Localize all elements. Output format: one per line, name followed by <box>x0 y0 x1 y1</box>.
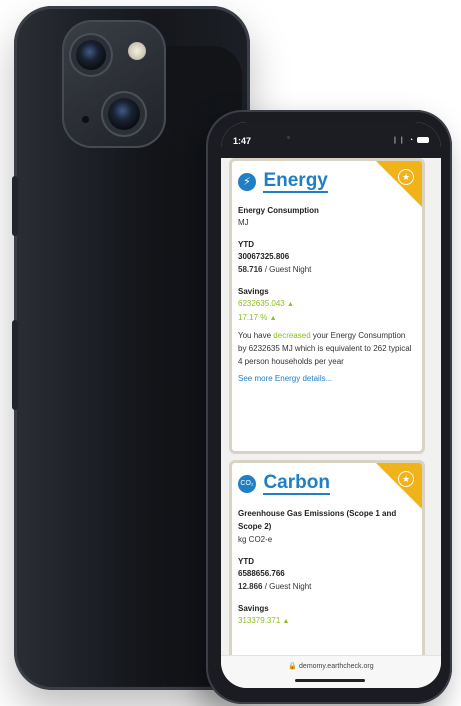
energy-unit: MJ <box>238 218 249 227</box>
carbon-card: ★ CO₂ Carbon Greenhouse Gas Emissions (S… <box>229 460 425 666</box>
energy-savings-percent: 17.17 % <box>238 313 268 322</box>
carbon-metric-label: Greenhouse Gas Emissions (Scope 1 and Sc… <box>238 509 397 531</box>
energy-metric-label: Energy Consumption <box>238 206 319 215</box>
co2-icon: CO₂ <box>238 475 256 493</box>
increase-arrow-icon: ▲ <box>286 301 294 308</box>
energy-ytd-total: 30067325.806 <box>238 252 290 261</box>
carbon-unit: kg CO2-e <box>238 535 273 544</box>
signal-wifi-icon: ❘❘ ◔ <box>392 137 415 144</box>
carbon-card-body: Greenhouse Gas Emissions (Scope 1 and Sc… <box>238 507 412 628</box>
carbon-savings-value-row: 313379.371 ▲ <box>238 614 412 628</box>
carbon-per-guest: 12.866 / Guest Night <box>238 580 412 593</box>
energy-per-guest-value: 58.716 <box>238 265 263 274</box>
energy-desc-highlight: decreased <box>273 331 311 340</box>
front-camera-dot <box>287 136 290 139</box>
battery-icon <box>417 137 429 144</box>
camera-lens-top <box>76 40 106 70</box>
energy-savings-label: Savings <box>238 287 269 296</box>
carbon-title[interactable]: Carbon <box>263 473 330 495</box>
carbon-savings-value: 313379.371 <box>238 616 281 625</box>
energy-ytd-label: YTD <box>238 240 254 249</box>
favorite-ribbon <box>376 161 422 207</box>
star-icon[interactable]: ★ <box>398 169 414 185</box>
energy-per-guest: 58.716 / Guest Night <box>238 263 412 276</box>
energy-savings-value-row: 6232635.043 ▲ <box>238 297 412 311</box>
carbon-card-header: CO₂ Carbon <box>238 473 330 495</box>
camera-bump <box>62 20 166 148</box>
phone-screen: 1:47 ❘❘ ◔ ★ ⚡ Energy Energy Consumption … <box>221 122 441 688</box>
energy-desc-prefix: You have <box>238 331 274 340</box>
side-button-lower <box>12 320 18 410</box>
camera-lens-bottom <box>108 98 140 130</box>
increase-arrow-icon: ▲ <box>282 618 290 625</box>
star-icon[interactable]: ★ <box>398 471 414 487</box>
carbon-savings-label: Savings <box>238 604 269 613</box>
energy-details-link[interactable]: See more Energy details... <box>238 374 412 383</box>
energy-card-body: Energy Consumption MJ YTD 30067325.806 5… <box>238 205 412 383</box>
carbon-per-guest-suffix: / Guest Night <box>262 582 312 591</box>
energy-description: You have decreased your Energy Consumpti… <box>238 329 412 368</box>
carbon-per-guest-value: 12.866 <box>238 582 263 591</box>
energy-savings-percent-row: 17.17 % ▲ <box>238 311 412 325</box>
carbon-ytd-total: 6588656.766 <box>238 569 285 578</box>
energy-card: ★ ⚡ Energy Energy Consumption MJ YTD 300… <box>229 158 425 454</box>
status-bar: 1:47 ❘❘ ◔ <box>221 122 441 158</box>
energy-per-guest-suffix: / Guest Night <box>262 265 312 274</box>
energy-savings-value: 6232635.043 <box>238 299 285 308</box>
home-indicator[interactable] <box>295 679 365 682</box>
browser-url-bar[interactable]: 🔒 demomy.earthcheck.org <box>221 655 441 688</box>
favorite-ribbon <box>376 463 422 509</box>
camera-mic <box>82 116 89 123</box>
status-icons: ❘❘ ◔ <box>392 136 429 144</box>
carbon-ytd-label: YTD <box>238 557 254 566</box>
energy-title[interactable]: Energy <box>263 171 328 193</box>
side-button-upper <box>12 176 18 236</box>
lightning-bolt-icon: ⚡ <box>238 173 256 191</box>
url-text[interactable]: 🔒 demomy.earthcheck.org <box>288 662 373 670</box>
camera-flash <box>128 42 146 60</box>
status-time: 1:47 <box>233 136 252 146</box>
increase-arrow-icon: ▲ <box>269 315 277 322</box>
energy-card-header: ⚡ Energy <box>238 171 328 193</box>
